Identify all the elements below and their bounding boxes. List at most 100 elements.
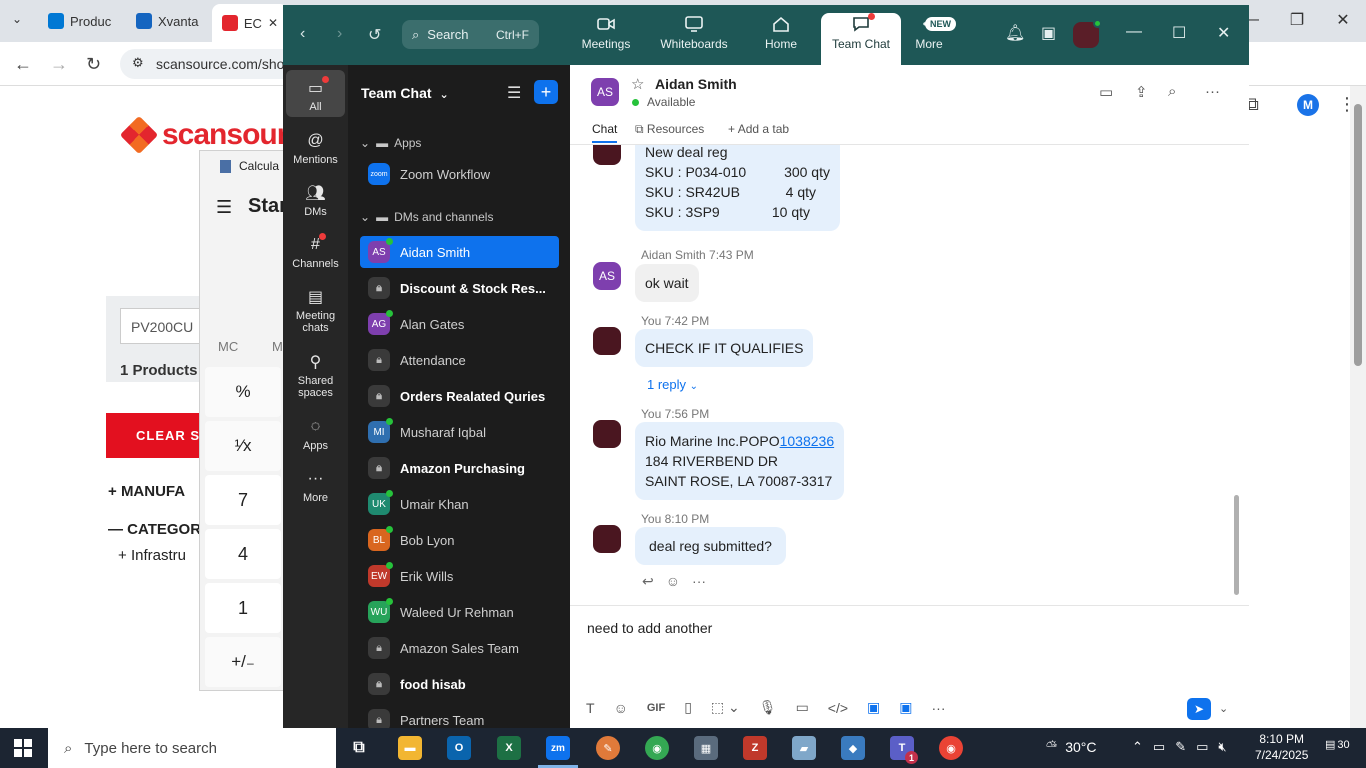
channel-row[interactable]: MI Musharaf Iqbal [360,416,559,448]
message-bubble[interactable]: Rio Marine Inc.POPO1038236 184 RIVERBEND… [635,422,845,500]
gif-button[interactable]: GIF [647,702,665,714]
facet-category[interactable]: — CATEGOR [108,521,201,538]
weather-widget[interactable]: ⛅︎ 30°C [1046,738,1096,755]
outlook-icon[interactable]: O [447,736,471,760]
rail-shared-spaces[interactable]: ⚲ Shared spaces [286,352,345,399]
channel-row[interactable]: 🔒︎ Amazon Sales Team [360,632,559,664]
calendar-icon[interactable]: ▣ [1041,23,1056,43]
channel-row[interactable]: zoom Zoom Workflow [360,158,559,190]
app-icon[interactable]: ▰ [792,736,816,760]
emoji-reaction-icon[interactable]: ☺ [666,573,680,590]
tab-home[interactable]: Home [741,13,821,65]
message-composer[interactable]: need to add another T ☺ GIF ▯ ⬚ ⌄ 🎙︎ ▭ <… [570,605,1249,728]
channel-row[interactable]: 🔒︎ Amazon Purchasing [360,452,559,484]
wifi-network-icon[interactable]: ▭ [1196,739,1208,755]
profile-avatar[interactable]: M [1297,94,1319,116]
browser-tab-active[interactable]: EC ✕ [212,4,288,42]
screenshot-icon[interactable]: ⬚ ⌄ [711,699,740,716]
notifications-bell-icon[interactable]: 🔔︎ [1005,23,1025,43]
notification-center[interactable]: ▤ 30 [1325,738,1350,752]
share-screen-icon[interactable]: ⇪ [1135,83,1148,101]
message-bubble[interactable]: CHECK IF IT QUALIFIES [635,329,814,367]
tab-list-chevron-icon[interactable]: ⌄ [12,12,22,26]
reciprocal-key[interactable]: ¹⁄x [205,421,281,471]
star-icon[interactable]: ☆ [631,75,644,93]
tab-resources[interactable]: ⧉ Resources [635,122,704,137]
close-icon[interactable]: ✕ [1217,23,1230,43]
close-icon[interactable]: ✕ [1320,0,1366,40]
more-options-icon[interactable]: ··· [1205,83,1220,100]
channel-row[interactable]: AS Aidan Smith [360,236,559,268]
volume-muted-icon[interactable]: 🔇︎ [1218,739,1226,755]
back-icon[interactable]: ← [14,54,32,75]
maximize-icon[interactable]: ☐ [1172,23,1186,43]
video-call-icon[interactable]: ▭ [1099,83,1113,101]
section-apps[interactable]: ⌄ ▬ Apps [360,136,421,150]
filter-icon[interactable]: ☰ [507,83,521,103]
more-actions-icon[interactable]: ··· [692,573,706,590]
message-bubble[interactable]: ok wait [635,264,699,302]
rail-meeting-chats[interactable]: ▤ Meeting chats [286,287,345,334]
minimize-icon[interactable]: — [1126,23,1142,41]
channel-row[interactable]: 🔒︎ Partners Team [360,704,559,728]
rail-dms[interactable]: 👥︎ DMs [286,183,345,218]
taskbar-clock[interactable]: 8:10 PM 7/24/2025 [1255,731,1308,763]
sender-avatar[interactable] [593,420,621,448]
tab-whiteboards[interactable]: Whiteboards [654,13,734,65]
reload-icon[interactable]: ↻ [86,54,101,75]
search-icon[interactable]: ⌕ [1168,83,1176,100]
forward-arrow-icon[interactable]: › [337,25,342,43]
phone-link[interactable]: 1038236 [780,433,835,449]
back-arrow-icon[interactable]: ‹ [300,25,305,43]
channel-row[interactable]: 🔒︎ food hisab [360,668,559,700]
scansource-logo[interactable]: scansourc [119,115,304,155]
percent-key[interactable]: % [205,367,281,417]
forward-icon[interactable]: → [50,54,68,75]
channel-row[interactable]: EW Erik Wills [360,560,559,592]
app-icon[interactable]: ◆ [841,736,865,760]
whiteboard-share-icon[interactable]: ▣ [899,699,912,716]
windows-start-icon[interactable] [14,739,32,757]
rail-apps[interactable]: ◌ Apps [286,417,345,452]
product-search-input[interactable]: PV200CU [120,308,210,344]
new-chat-button[interactable]: + [534,80,558,104]
key-7[interactable]: 7 [205,475,281,525]
filezilla-icon[interactable]: Z [743,736,767,760]
video-message-icon[interactable]: ▭ [796,699,809,716]
file-icon[interactable]: ▯ [684,699,692,716]
taskbar-search[interactable]: ⌕ Type here to search [48,728,336,768]
section-dms[interactable]: ⌄ ▬ DMs and channels [360,210,493,224]
text-format-icon[interactable]: T [586,700,595,716]
history-icon[interactable]: ↺ [368,25,381,45]
more-tools-icon[interactable]: ··· [932,700,946,716]
emoji-icon[interactable]: ☺ [614,700,628,716]
rail-channels[interactable]: # Channels [286,233,345,270]
paint-icon[interactable]: ✎ [596,736,620,760]
channel-row[interactable]: 🔒︎ Orders Realated Quries [360,380,559,412]
pen-icon[interactable]: ✎ [1175,739,1186,755]
rail-more[interactable]: ··· More [286,469,345,504]
channel-row[interactable]: 🔒︎ Discount & Stock Res... [360,272,559,304]
network-drive-icon[interactable]: ▭ [1153,739,1165,755]
key-4[interactable]: 4 [205,529,281,579]
facet-manufacturer[interactable]: + MANUFA [108,483,185,500]
send-button[interactable]: ➤ [1187,698,1211,720]
browser-tab[interactable]: Produc [38,6,121,36]
message-bubble[interactable]: deal reg submitted? [635,527,786,565]
hamburger-menu-icon[interactable]: ☰ [216,197,232,218]
zoom-taskbar-icon[interactable]: zm [538,736,578,768]
user-avatar[interactable] [1073,19,1102,48]
restore-icon[interactable]: ❐ [1274,0,1320,40]
code-snippet-icon[interactable]: </> [828,700,848,716]
teams-icon[interactable]: T1 [890,736,918,764]
thread-replies-link[interactable]: 1 reply ⌄ [647,377,698,392]
rail-mentions[interactable]: @ Mentions [286,131,345,166]
file-explorer-icon[interactable]: ▬ [398,736,422,760]
clear-filters-button[interactable]: CLEAR S [106,413,206,458]
site-info-icon[interactable]: ⚙ [132,55,144,71]
sender-avatar[interactable] [593,327,621,355]
sender-avatar[interactable] [593,145,621,165]
sender-avatar[interactable] [593,525,621,553]
channel-row[interactable]: BL Bob Lyon [360,524,559,556]
channel-row[interactable]: UK Umair Khan [360,488,559,520]
